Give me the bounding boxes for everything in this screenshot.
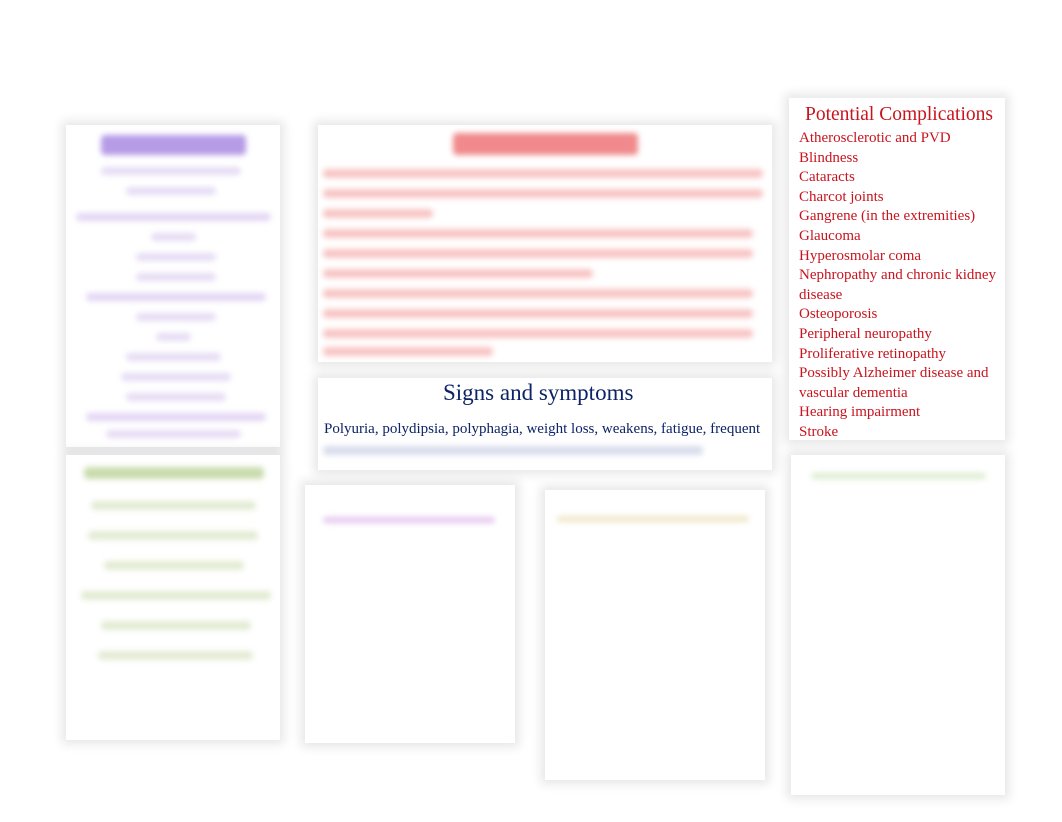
complications-list: Atherosclerotic and PVD Blindness Catara… (799, 129, 1004, 443)
list-item: Atherosclerotic and PVD (799, 130, 951, 146)
pathophysiology-panel (318, 125, 772, 362)
list-item: Osteoporosis (799, 306, 878, 323)
list-item: Peripheral neuropathy (799, 325, 932, 342)
list-item: Blindness (799, 149, 859, 166)
signs-text: Polyuria, polydipsia, polyphagia, weight… (324, 421, 761, 437)
list-item: Charcot joints (799, 188, 884, 205)
complications-title: Potential Complications (805, 104, 993, 125)
list-item: Cataracts (799, 169, 855, 186)
list-item: Nephropathy and chronic kidney disease (799, 267, 997, 303)
list-item: Proliferative retinopathy (799, 345, 947, 362)
nursing-panel-1 (305, 485, 515, 743)
list-item: Hearing impairment (799, 404, 921, 421)
list-item: Possibly Alzheimer disease and vascular … (799, 365, 989, 401)
list-item: Glaucoma (799, 227, 861, 244)
list-item: Stroke (799, 423, 839, 440)
list-item: Hyperosmolar coma (799, 247, 922, 264)
diagnostics-title (84, 467, 264, 479)
diagnostics-panel (66, 455, 280, 740)
nursing-panel-2 (545, 490, 765, 780)
risk-factors-panel (66, 125, 280, 447)
pathophysiology-title (453, 133, 638, 155)
list-item: Gangrene (in the extremities) (799, 208, 976, 225)
right-bottom-panel (791, 455, 1005, 795)
signs-title: Signs and symptoms (443, 380, 634, 405)
risk-factors-title (101, 135, 246, 155)
